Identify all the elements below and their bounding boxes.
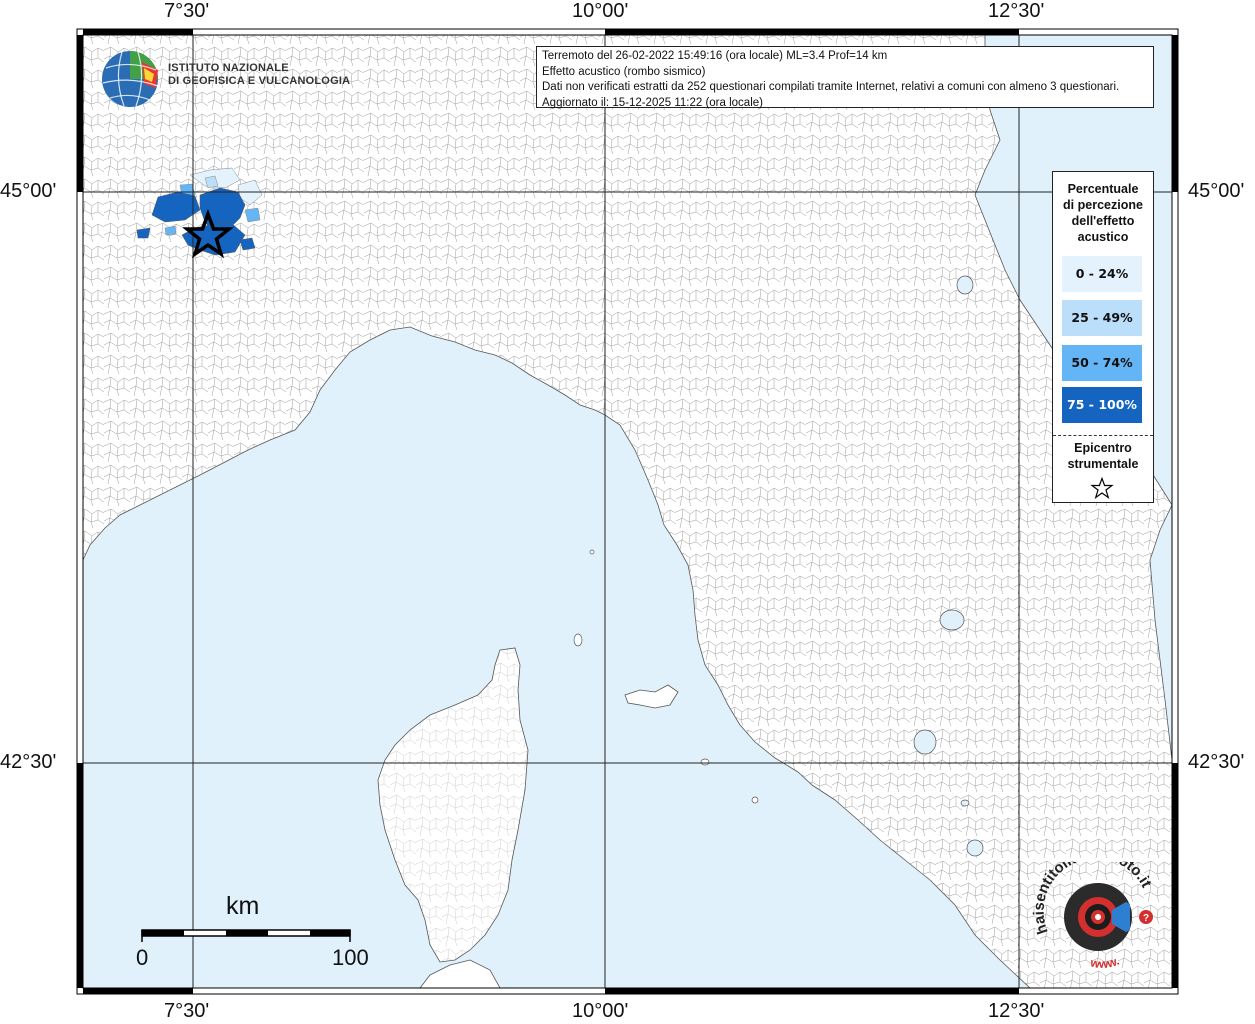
ingv-line2: DI GEOFISICA E VULCANOLOGIA [168, 75, 351, 87]
ingv-line1: ISTITUTO NAZIONALE [168, 62, 289, 74]
lake-trasimeno [939, 609, 965, 631]
legend-item-25-49: 25 - 49% [1062, 300, 1142, 336]
event-title: Terremoto del 26-02-2022 15:49:16 (ora l… [542, 50, 888, 62]
bottom-tick-label: 7°30' [164, 1000, 210, 1022]
badge-url: www. [1088, 954, 1121, 971]
top-tick-label: 10°00' [572, 0, 629, 22]
scale-max: 100 [332, 945, 369, 970]
star-icon [1090, 477, 1114, 499]
right-tick-label: 42°30' [1188, 751, 1245, 773]
scale-min: 0 [136, 945, 149, 970]
svg-text:?: ? [1143, 913, 1149, 924]
left-tick-label: 42°30' [0, 751, 57, 773]
event-updated: Aggiornato il: 15-12-2025 11:22 (ora loc… [542, 96, 763, 109]
hai-sentito-badge[interactable]: ? haisentitoilterremoto.it? www. [1025, 845, 1166, 972]
legend-title-line: di percezione [1063, 198, 1143, 212]
legend-title-line: acustico [1077, 230, 1129, 244]
lake-bolsena [913, 729, 937, 755]
legend-title-line: dell'effetto [1071, 214, 1135, 228]
legend: Percentuale di percezione dell'effetto a… [1052, 171, 1154, 503]
bottom-tick-label: 12°30' [988, 1000, 1045, 1022]
event-data-note: Dati non verificati estratti da 252 ques… [542, 81, 1120, 93]
top-tick-label: 12°30' [988, 0, 1045, 22]
event-effect: Effetto acustico (rombo sismico) [542, 65, 706, 78]
legend-divider [1053, 435, 1153, 436]
ingv-logo-text: ISTITUTO NAZIONALE DI GEOFISICA E VULCAN… [168, 62, 350, 88]
scale-unit: km [226, 892, 260, 920]
legend-item-75-100: 75 - 100% [1062, 387, 1142, 423]
top-tick-label: 7°30' [164, 0, 210, 22]
legend-item-50-74: 50 - 74% [1062, 345, 1142, 381]
legend-title: Percentuale di percezione dell'effetto a… [1053, 181, 1153, 245]
svg-text:www.: www. [1088, 954, 1121, 971]
legend-epicenter-line: Epicentro [1074, 441, 1132, 455]
globe-icon [102, 51, 159, 107]
lake-bracciano [966, 839, 984, 857]
legend-epicenter-label: Epicentro strumentale [1053, 440, 1153, 472]
legend-item-0-24: 0 - 24% [1062, 256, 1142, 292]
legend-title-line: Percentuale [1067, 182, 1139, 196]
legend-epicenter-line: strumentale [1067, 457, 1139, 471]
left-tick-label: 45°00' [0, 180, 57, 202]
right-tick-label: 45°00' [1188, 180, 1245, 202]
bottom-tick-label: 10°00' [572, 1000, 629, 1022]
badge-logo: ? haisentitoilterremoto.it? www. [1025, 845, 1154, 971]
event-info-box: Terremoto del 26-02-2022 15:49:16 (ora l… [536, 46, 1154, 109]
